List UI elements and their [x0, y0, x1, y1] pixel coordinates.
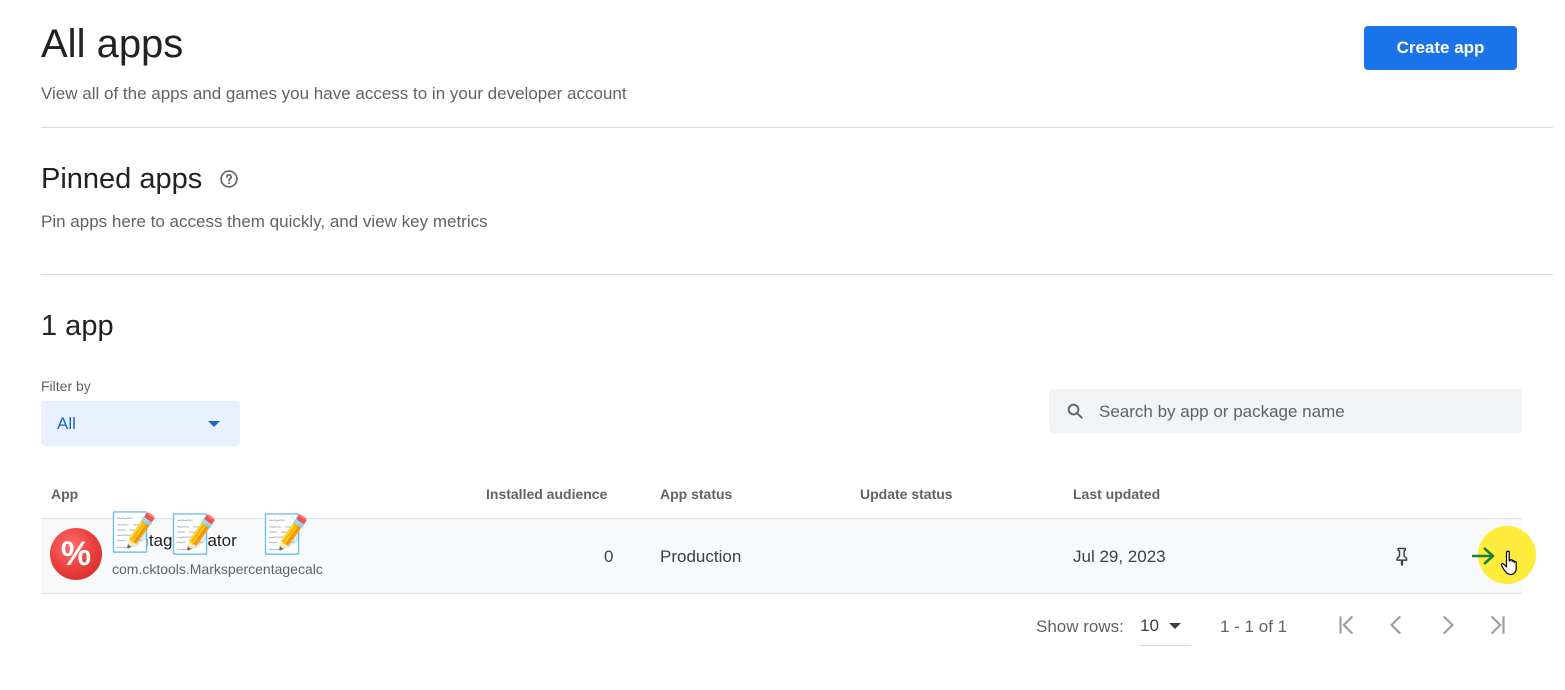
- divider: [41, 127, 1553, 128]
- pin-icon[interactable]: [1392, 546, 1412, 566]
- column-header-app[interactable]: App: [51, 486, 78, 502]
- pinned-apps-title: Pinned apps: [41, 163, 203, 195]
- filter-dropdown[interactable]: All: [41, 401, 240, 446]
- arrow-right-icon[interactable]: [1470, 545, 1496, 567]
- help-icon[interactable]: [219, 169, 239, 189]
- filter-label: Filter by: [41, 378, 91, 394]
- search-input[interactable]: [1097, 389, 1511, 435]
- caret-down-icon: [1169, 623, 1181, 629]
- show-rows-label: Show rows:: [1036, 617, 1124, 636]
- memo-sticker-icon: 📝: [110, 512, 158, 554]
- last-page-icon[interactable]: [1484, 612, 1510, 638]
- column-header-app-status[interactable]: App status: [660, 486, 732, 502]
- filter-value: All: [57, 414, 76, 433]
- rows-per-page-value: 10: [1140, 616, 1159, 635]
- memo-sticker-icon: 📝: [170, 514, 218, 556]
- divider: [41, 274, 1553, 275]
- memo-sticker-icon: 📝: [262, 514, 310, 556]
- column-header-update-status[interactable]: Update status: [860, 486, 953, 502]
- column-header-last-updated[interactable]: Last updated: [1073, 486, 1160, 502]
- page-subtitle: View all of the apps and games you have …: [41, 84, 627, 103]
- column-header-installed-audience[interactable]: Installed audience: [486, 486, 607, 502]
- installed-audience-value: 0: [604, 547, 614, 566]
- first-page-icon[interactable]: [1334, 612, 1360, 638]
- app-package-name: com.cktools.Markspercentagecalc: [112, 561, 323, 577]
- apps-count-title: 1 app: [41, 310, 114, 342]
- pinned-apps-description: Pin apps here to access them quickly, an…: [41, 212, 488, 231]
- page-title: All apps: [41, 22, 184, 66]
- app-status-value: Production: [660, 547, 742, 566]
- create-app-button[interactable]: Create app: [1364, 26, 1517, 70]
- previous-page-icon[interactable]: [1384, 612, 1410, 638]
- caret-down-icon: [208, 421, 220, 427]
- rows-per-page-dropdown[interactable]: 10: [1139, 607, 1191, 646]
- last-updated-value: Jul 29, 2023: [1073, 547, 1166, 566]
- pagination-range: 1 - 1 of 1: [1220, 617, 1288, 636]
- search-icon: [1067, 403, 1083, 419]
- search-box[interactable]: [1049, 389, 1522, 435]
- app-icon: %: [50, 528, 102, 580]
- hand-cursor-icon: [1500, 550, 1517, 576]
- next-page-icon[interactable]: [1434, 612, 1460, 638]
